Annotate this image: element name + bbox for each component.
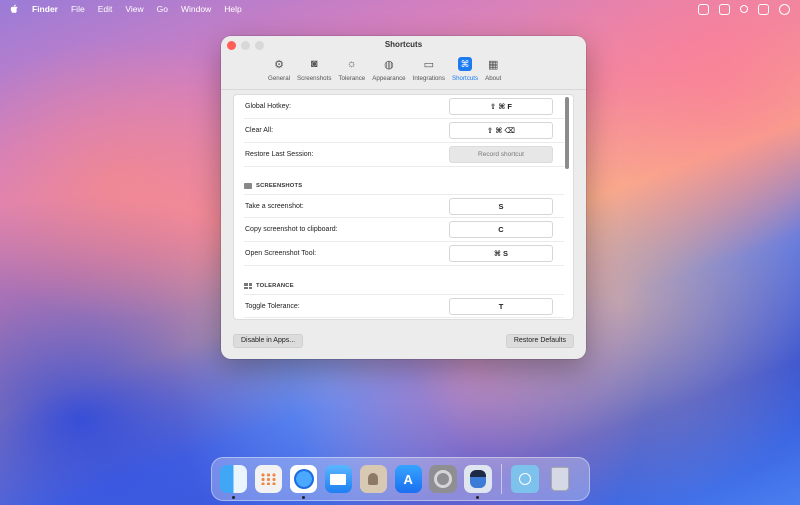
siri-icon[interactable] <box>779 3 790 15</box>
section-title: SCREENSHOTS <box>256 183 303 189</box>
shortcut-label: Restore Last Session: <box>245 151 314 158</box>
tab-appearance[interactable]: ◍ Appearance <box>369 54 408 84</box>
apple-menu-icon[interactable] <box>10 4 18 14</box>
control-center-icon[interactable] <box>758 3 769 15</box>
tab-label: Screenshots <box>297 75 332 82</box>
tab-screenshots[interactable]: ◙ Screenshots <box>294 54 334 84</box>
shortcut-row-global-hotkey: Global Hotkey: ⇧ ⌘ F <box>244 95 564 119</box>
camera-icon: ◙ <box>310 58 318 70</box>
menu-view[interactable]: View <box>125 4 143 14</box>
app-status-icon[interactable] <box>719 3 730 15</box>
menu-go[interactable]: Go <box>157 4 168 14</box>
section-title: TOLERANCE <box>256 283 294 289</box>
title-bar: Shortcuts ⚙ General ◙ Screenshots ☼ Tole… <box>221 36 586 90</box>
tab-label: Shortcuts <box>451 75 479 82</box>
dock-safari-icon[interactable] <box>289 465 318 499</box>
gear-icon: ⚙ <box>274 58 284 71</box>
running-indicator <box>476 496 480 499</box>
shortcuts-list[interactable]: Global Hotkey: ⇧ ⌘ F Clear All: ⇧ ⌘ ⌫ Re… <box>233 94 574 320</box>
grid-icon: ▦ <box>487 58 499 71</box>
tab-label: General <box>268 75 291 82</box>
running-indicator <box>301 496 305 499</box>
dock-trash-icon[interactable] <box>546 465 573 493</box>
shortcut-label: Take a screenshot: <box>245 202 304 210</box>
shortcut-row-toggle-tolerance: Toggle Tolerance: T <box>244 294 564 318</box>
shortcut-row-open-screenshot-tool: Open Screenshot Tool: ⌘ S <box>244 242 564 266</box>
dock-downloads-folder-icon[interactable] <box>511 465 539 493</box>
grid-icon <box>244 283 252 289</box>
menu-window[interactable]: Window <box>181 4 211 14</box>
dock-system-settings-icon[interactable] <box>429 465 457 493</box>
sun-icon: ☼ <box>346 58 357 70</box>
tab-general[interactable]: ⚙ General <box>265 54 293 84</box>
shortcut-label: Copy screenshot to clipboard: <box>245 226 338 233</box>
shortcut-label: Global Hotkey: <box>245 103 291 110</box>
window-title: Shortcuts <box>384 40 423 49</box>
shortcut-recorder[interactable]: ⇧ ⌘ F <box>449 98 553 115</box>
screenshot-menu-icon[interactable] <box>698 3 709 15</box>
section-header-screenshots: SCREENSHOTS <box>244 183 564 189</box>
vertical-scrollbar[interactable] <box>565 97 569 169</box>
restore-defaults-button[interactable]: Restore Defaults <box>505 334 574 348</box>
shortcut-recorder[interactable]: ⌘ S <box>449 245 553 262</box>
plug-icon: ▭ <box>423 58 434 71</box>
shortcut-row-clear-all: Clear All: ⇧ ⌘ ⌫ <box>244 119 564 143</box>
dock-contacts-icon[interactable] <box>359 465 388 493</box>
shortcut-label: Toggle Tolerance: <box>245 302 300 310</box>
tab-label: Integrations <box>412 75 445 82</box>
palette-icon: ◍ <box>384 58 394 71</box>
section-header-tolerance: TOLERANCE <box>244 283 564 289</box>
dock-mail-icon[interactable] <box>324 465 353 493</box>
shortcut-recorder[interactable]: T <box>449 297 553 315</box>
shortcuts-settings-window: Shortcuts ⚙ General ◙ Screenshots ☼ Tole… <box>221 36 586 359</box>
menu-edit[interactable]: Edit <box>98 4 113 14</box>
dock-finder-icon[interactable] <box>220 465 248 499</box>
tab-label: About <box>485 75 502 82</box>
menu-file[interactable]: File <box>71 4 85 14</box>
running-indicator <box>232 496 235 499</box>
dock-shottr-icon[interactable] <box>464 465 492 499</box>
dock: A <box>211 457 590 501</box>
tab-label: Appearance <box>372 75 406 82</box>
dock-launchpad-icon[interactable] <box>254 465 283 493</box>
menu-bar: Finder File Edit View Go Window Help <box>0 0 800 18</box>
spotlight-search-icon[interactable] <box>740 5 748 13</box>
dock-separator <box>501 464 503 494</box>
shortcut-row-take-screenshot: Take a screenshot: S <box>244 194 564 218</box>
tab-tolerance[interactable]: ☼ Tolerance <box>335 54 368 84</box>
preferences-tabs: ⚙ General ◙ Screenshots ☼ Tolerance ◍ Ap… <box>265 54 505 84</box>
record-shortcut-button[interactable]: Record shortcut <box>449 146 553 163</box>
tab-shortcuts[interactable]: ⌘ Shortcuts <box>449 54 481 84</box>
tab-label: Tolerance <box>338 75 366 82</box>
shortcut-row-restore-last-session: Restore Last Session: Record shortcut <box>244 143 564 167</box>
shortcut-row-copy-screenshot: Copy screenshot to clipboard: C <box>244 218 564 242</box>
tab-about[interactable]: ▦ About <box>482 54 504 84</box>
disable-in-apps-button[interactable]: Disable in Apps... <box>233 334 304 348</box>
shortcut-recorder[interactable]: S <box>449 197 553 215</box>
camera-icon <box>244 183 252 189</box>
shortcut-recorder[interactable]: ⇧ ⌘ ⌫ <box>449 122 553 139</box>
shortcut-label: Clear All: <box>245 127 274 134</box>
shortcut-recorder[interactable]: C <box>449 221 553 238</box>
tab-integrations[interactable]: ▭ Integrations <box>410 54 448 84</box>
menu-finder[interactable]: Finder <box>32 4 58 14</box>
command-icon: ⌘ <box>458 57 473 71</box>
dock-app-store-icon[interactable]: A <box>394 465 422 493</box>
menu-help[interactable]: Help <box>224 4 241 14</box>
shortcut-label: Open Screenshot Tool: <box>245 250 317 257</box>
